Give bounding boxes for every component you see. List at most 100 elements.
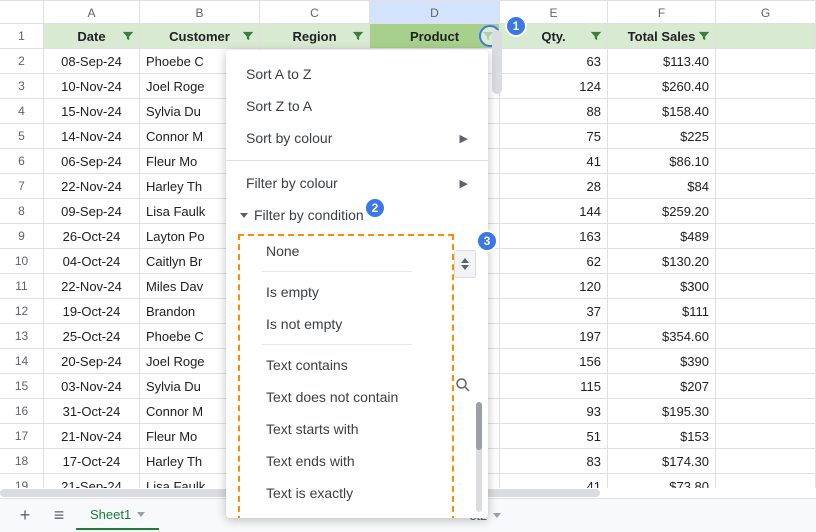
row-number[interactable]: 2 [0, 49, 44, 74]
cell-qty[interactable]: 93 [500, 399, 608, 424]
cell-total[interactable]: $390 [608, 349, 716, 374]
col-header-G[interactable]: G [716, 0, 816, 23]
cell-qty[interactable]: 75 [500, 124, 608, 149]
cond-text-contains[interactable]: Text contains [250, 349, 488, 381]
header-date[interactable]: Date [44, 24, 140, 49]
row-number[interactable]: 1 [0, 24, 44, 49]
cell-qty[interactable]: 51 [500, 424, 608, 449]
cond-is-not-empty[interactable]: Is not empty [250, 308, 488, 340]
cell-date[interactable]: 20-Sep-24 [44, 349, 140, 374]
cell-date[interactable]: 22-Nov-24 [44, 274, 140, 299]
cell-total[interactable]: $354.60 [608, 324, 716, 349]
cell-date[interactable]: 14-Nov-24 [44, 124, 140, 149]
filter-icon[interactable] [697, 29, 711, 43]
cell-total[interactable]: $207 [608, 374, 716, 399]
cell-total[interactable]: $113.40 [608, 49, 716, 74]
cell-date[interactable]: 03-Nov-24 [44, 374, 140, 399]
tab-dropdown-icon[interactable] [493, 513, 501, 518]
cell-qty[interactable]: 63 [500, 49, 608, 74]
cell-total[interactable]: $259.20 [608, 199, 716, 224]
cell-date[interactable]: 08-Sep-24 [44, 49, 140, 74]
filter-icon[interactable] [241, 29, 255, 43]
cell-date[interactable]: 26-Oct-24 [44, 224, 140, 249]
cell-qty[interactable]: 124 [500, 74, 608, 99]
filter-icon[interactable] [351, 29, 365, 43]
cell-total[interactable]: $195.30 [608, 399, 716, 424]
cell-date[interactable]: 19-Oct-24 [44, 299, 140, 324]
cell-qty[interactable]: 120 [500, 274, 608, 299]
cell-date[interactable]: 17-Oct-24 [44, 449, 140, 474]
cell-qty[interactable]: 115 [500, 374, 608, 399]
cell-total[interactable]: $86.10 [608, 149, 716, 174]
cell-qty[interactable]: 144 [500, 199, 608, 224]
cell-qty[interactable]: 37 [500, 299, 608, 324]
cell-total[interactable]: $130.20 [608, 249, 716, 274]
cell-empty[interactable] [716, 249, 816, 274]
cell-total[interactable]: $158.40 [608, 99, 716, 124]
col-header-B[interactable]: B [140, 0, 260, 23]
cell-qty[interactable]: 41 [500, 149, 608, 174]
cond-text-ends[interactable]: Text ends with [250, 445, 488, 477]
row-number[interactable]: 14 [0, 349, 44, 374]
col-header-A[interactable]: A [44, 0, 140, 23]
cell-qty[interactable]: 197 [500, 324, 608, 349]
cond-is-empty[interactable]: Is empty [250, 276, 488, 308]
col-header-D[interactable]: D [370, 0, 500, 23]
scrollbar-thumb[interactable] [492, 30, 502, 94]
row-number[interactable]: 16 [0, 399, 44, 424]
row-number[interactable]: 15 [0, 374, 44, 399]
header-customer[interactable]: Customer [140, 24, 260, 49]
cell-empty[interactable] [716, 74, 816, 99]
cell-qty[interactable]: 62 [500, 249, 608, 274]
cond-none[interactable]: None [250, 235, 488, 267]
cell-empty[interactable] [716, 399, 816, 424]
menu-scrollbar[interactable] [492, 30, 502, 500]
tab-dropdown-icon[interactable] [137, 512, 145, 517]
filter-icon[interactable] [121, 29, 135, 43]
condition-stepper[interactable] [454, 250, 476, 278]
cell-total[interactable]: $225 [608, 124, 716, 149]
cell-empty[interactable] [716, 274, 816, 299]
cell-date[interactable]: 09-Sep-24 [44, 199, 140, 224]
cell-empty[interactable] [716, 199, 816, 224]
cell-total[interactable]: $489 [608, 224, 716, 249]
menu-filter-condition[interactable]: Filter by condition [226, 199, 488, 231]
cell-qty[interactable]: 28 [500, 174, 608, 199]
search-icon[interactable] [454, 376, 474, 396]
cell-qty[interactable]: 163 [500, 224, 608, 249]
cell-date[interactable]: 04-Oct-24 [44, 249, 140, 274]
col-header-C[interactable]: C [260, 0, 370, 23]
cell-empty[interactable] [716, 149, 816, 174]
add-sheet-button[interactable]: + [8, 502, 42, 530]
cell-qty[interactable]: 88 [500, 99, 608, 124]
cond-text-not-contain[interactable]: Text does not contain [250, 381, 488, 413]
cell-date[interactable]: 15-Nov-24 [44, 99, 140, 124]
header-empty[interactable] [716, 24, 816, 49]
filter-icon[interactable] [589, 29, 603, 43]
cell-date[interactable]: 22-Nov-24 [44, 174, 140, 199]
cell-empty[interactable] [716, 424, 816, 449]
header-total-sales[interactable]: Total Sales [608, 24, 716, 49]
row-number[interactable]: 4 [0, 99, 44, 124]
menu-sort-az[interactable]: Sort A to Z [226, 58, 488, 90]
row-number[interactable]: 17 [0, 424, 44, 449]
row-number[interactable]: 5 [0, 124, 44, 149]
menu-sort-colour[interactable]: Sort by colour▶ [226, 122, 488, 154]
cell-date[interactable]: 10-Nov-24 [44, 74, 140, 99]
cell-empty[interactable] [716, 349, 816, 374]
cell-total[interactable]: $111 [608, 299, 716, 324]
cond-text-exactly[interactable]: Text is exactly [250, 477, 488, 509]
cell-empty[interactable] [716, 324, 816, 349]
row-number[interactable]: 7 [0, 174, 44, 199]
cell-total[interactable]: $260.40 [608, 74, 716, 99]
cell-total[interactable]: $84 [608, 174, 716, 199]
row-number[interactable]: 10 [0, 249, 44, 274]
scrollbar-thumb[interactable] [476, 402, 482, 450]
tab-sheet1[interactable]: Sheet1 [76, 502, 159, 530]
row-number[interactable]: 8 [0, 199, 44, 224]
cell-qty[interactable]: 83 [500, 449, 608, 474]
condition-scrollbar[interactable] [476, 402, 482, 512]
row-number[interactable]: 13 [0, 324, 44, 349]
cell-empty[interactable] [716, 49, 816, 74]
cell-total[interactable]: $300 [608, 274, 716, 299]
